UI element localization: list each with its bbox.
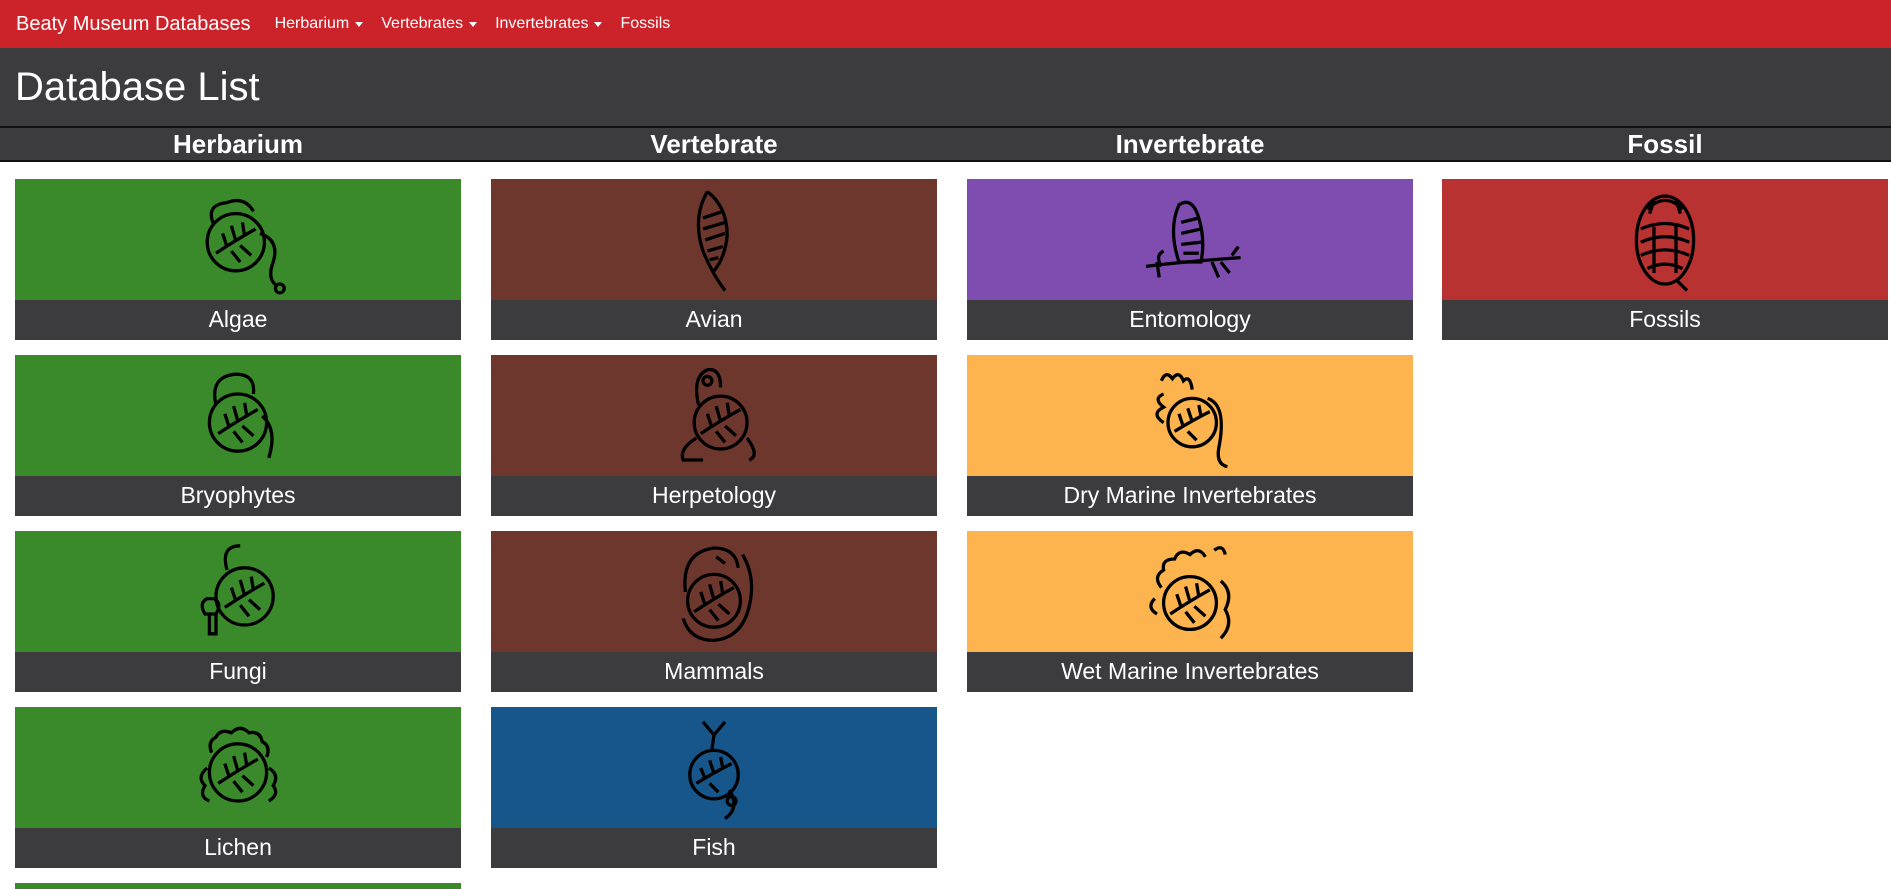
card-herpetology[interactable]: Herpetology xyxy=(491,355,937,516)
sea-slug-icon xyxy=(1149,545,1231,639)
caret-down-icon xyxy=(355,21,364,27)
card-label: Avian xyxy=(491,300,937,340)
column-fossil: Fossils xyxy=(1442,179,1888,355)
card-image xyxy=(967,179,1413,300)
card-fossils[interactable]: Fossils xyxy=(1442,179,1888,340)
card-label: Wet Marine Invertebrates xyxy=(967,652,1413,692)
mushroom-icon xyxy=(200,543,275,635)
page-title: Database List xyxy=(15,65,260,109)
column-invertebrate: Entomology Dry Marine Invertebrates Wet … xyxy=(967,179,1413,707)
card-image xyxy=(491,531,937,652)
column-headings: Herbarium Vertebrate Invertebrate Fossil xyxy=(0,126,1891,162)
card-fish[interactable]: Fish xyxy=(491,707,937,868)
nav-invertebrates-dropdown[interactable]: Invertebrates xyxy=(495,15,603,33)
card-image xyxy=(967,355,1413,476)
butterfly-icon xyxy=(1145,200,1241,278)
top-navbar: Beaty Museum Databases Herbarium Vertebr… xyxy=(0,0,1891,48)
title-bar: Database List xyxy=(0,48,1891,126)
feather-icon xyxy=(696,189,729,292)
lichen-icon xyxy=(199,726,278,803)
trilobite-icon xyxy=(1634,193,1696,292)
card-mammals[interactable]: Mammals xyxy=(491,531,937,692)
column-herbarium: Algae Bryophytes Fungi Lichen xyxy=(15,179,461,889)
heading-herbarium: Herbarium xyxy=(172,129,304,159)
shell-icon xyxy=(1155,372,1228,468)
card-label: Fish xyxy=(491,828,937,868)
caret-down-icon xyxy=(469,21,478,27)
card-label: Algae xyxy=(15,300,461,340)
card-image xyxy=(15,179,461,300)
nav-vertebrates-label: Vertebrates xyxy=(381,15,464,32)
algae-icon xyxy=(205,198,286,294)
nav-herbarium-label: Herbarium xyxy=(274,15,350,32)
card-wet-marine-invertebrates[interactable]: Wet Marine Invertebrates xyxy=(967,531,1413,692)
brand-link[interactable]: Beaty Museum Databases xyxy=(16,13,251,36)
bryophyte-icon xyxy=(207,372,274,458)
card-partial[interactable] xyxy=(15,883,461,889)
card-label: Dry Marine Invertebrates xyxy=(967,476,1413,516)
card-dry-marine-invertebrates[interactable]: Dry Marine Invertebrates xyxy=(967,355,1413,516)
card-image xyxy=(15,707,461,828)
card-image xyxy=(15,531,461,652)
card-label: Bryophytes xyxy=(15,476,461,516)
fish-icon xyxy=(688,720,740,820)
nav-herbarium-dropdown[interactable]: Herbarium xyxy=(275,15,364,33)
card-image xyxy=(491,707,937,828)
mammal-icon xyxy=(681,545,754,642)
card-label: Lichen xyxy=(15,828,461,868)
card-label: Fungi xyxy=(15,652,461,692)
card-label: Entomology xyxy=(967,300,1413,340)
heading-vertebrate: Vertebrate xyxy=(650,129,778,159)
card-image xyxy=(967,531,1413,652)
card-label: Fossils xyxy=(1442,300,1888,340)
card-image xyxy=(1442,179,1888,300)
card-image xyxy=(491,179,937,300)
card-lichen[interactable]: Lichen xyxy=(15,707,461,868)
card-fungi[interactable]: Fungi xyxy=(15,531,461,692)
card-avian[interactable]: Avian xyxy=(491,179,937,340)
card-entomology[interactable]: Entomology xyxy=(967,179,1413,340)
nav-invertebrates-label: Invertebrates xyxy=(495,15,589,32)
card-bryophytes[interactable]: Bryophytes xyxy=(15,355,461,516)
heading-invertebrate: Invertebrate xyxy=(1115,129,1265,159)
nav-vertebrates-dropdown[interactable]: Vertebrates xyxy=(381,15,478,33)
nav-fossils-label: Fossils xyxy=(620,15,671,32)
frog-icon xyxy=(680,367,756,462)
card-label: Herpetology xyxy=(491,476,937,516)
column-vertebrate: Avian Herpetology Mammals Fish xyxy=(491,179,937,883)
nav-fossils-link[interactable]: Fossils xyxy=(620,15,670,33)
caret-down-icon xyxy=(594,21,603,27)
card-label: Mammals xyxy=(491,652,937,692)
heading-fossil: Fossil xyxy=(1627,129,1703,159)
card-algae[interactable]: Algae xyxy=(15,179,461,340)
card-image xyxy=(15,355,461,476)
card-image xyxy=(491,355,937,476)
